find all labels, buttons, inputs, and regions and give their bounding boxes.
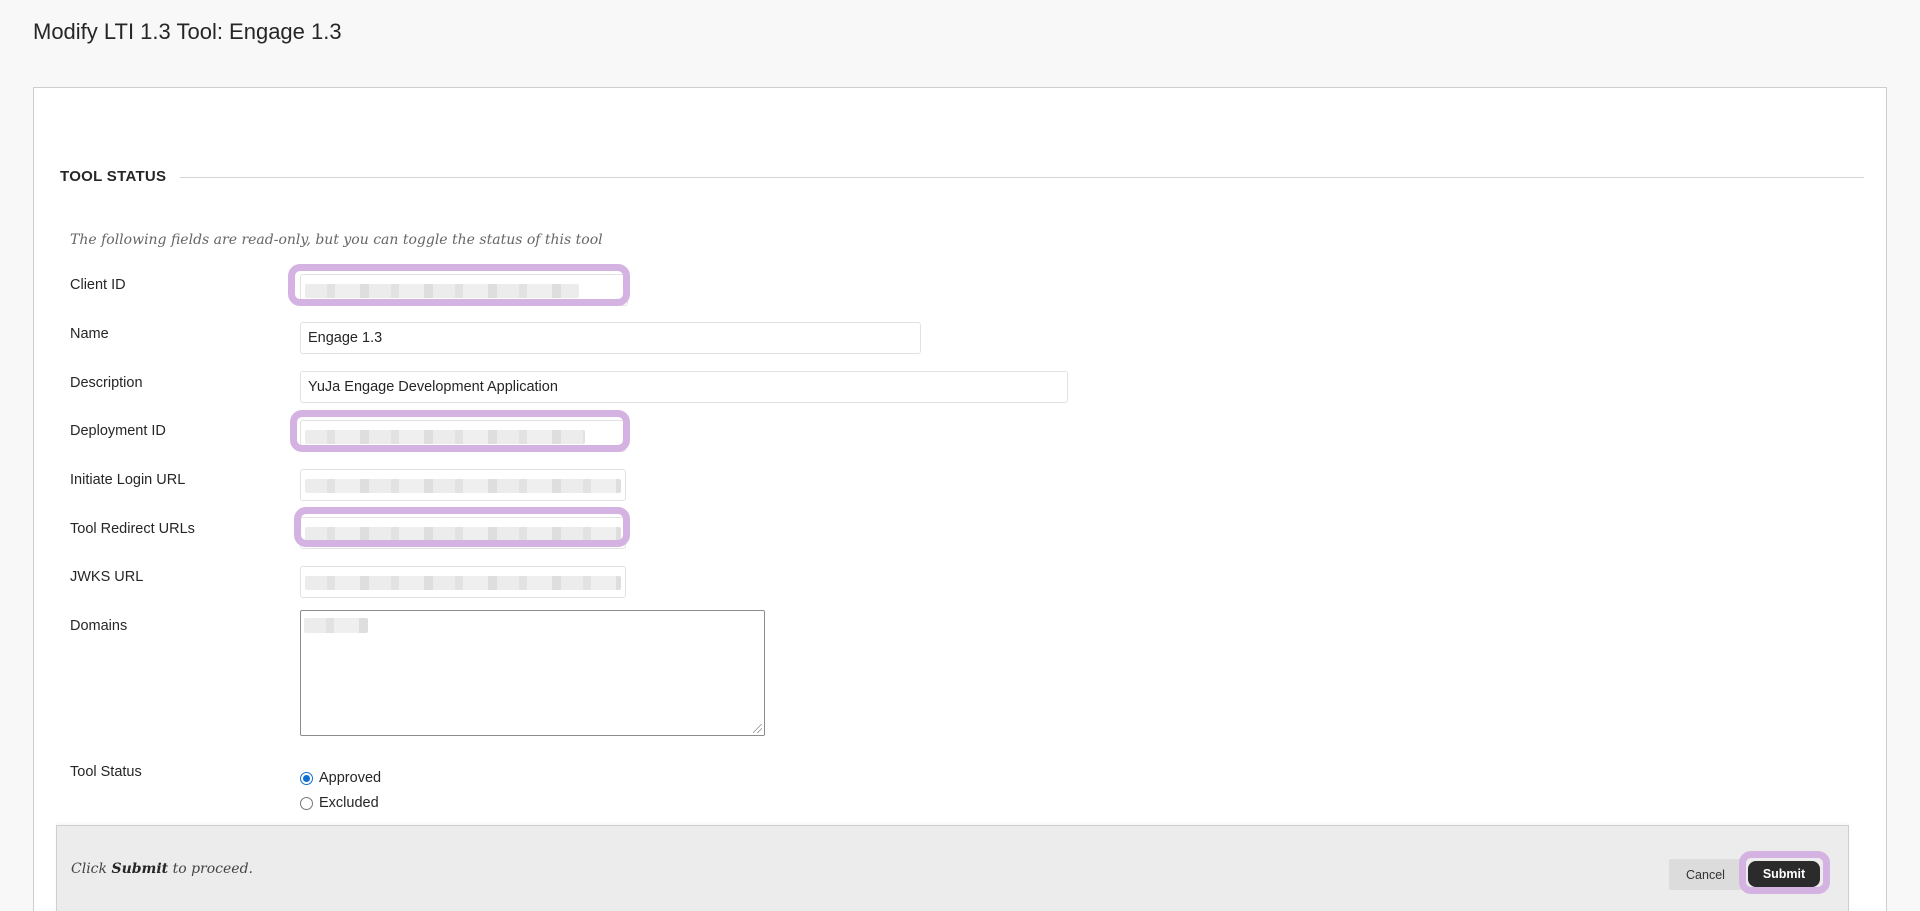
tool-redirect-urls-label: Tool Redirect URLs [70, 521, 195, 537]
description-field: YuJa Engage Development Application [300, 371, 1068, 403]
client-id-field [300, 274, 628, 306]
submit-hint-bold: Submit [111, 861, 169, 877]
domains-textarea[interactable] [300, 610, 765, 736]
redacted-value [305, 527, 621, 541]
section-instructions: The following fields are read-only, but … [70, 232, 603, 248]
deployment-id-field [300, 420, 626, 452]
redacted-value [305, 284, 579, 298]
submit-hint: Click Submit to proceed. [71, 861, 253, 877]
initiate-login-url-field [300, 469, 626, 501]
approved-radio[interactable] [300, 771, 313, 785]
name-label: Name [70, 326, 109, 342]
submit-bar: Click Submit to proceed. Cancel Submit [56, 825, 1849, 911]
approved-label[interactable]: Approved [319, 770, 381, 786]
tool-status-label: Tool Status [70, 764, 142, 780]
excluded-label[interactable]: Excluded [319, 795, 379, 811]
client-id-label: Client ID [70, 277, 126, 293]
cancel-button[interactable]: Cancel [1669, 859, 1742, 890]
deployment-id-label: Deployment ID [70, 423, 166, 439]
name-field: Engage 1.3 [300, 322, 921, 354]
page-title: Modify LTI 1.3 Tool: Engage 1.3 [33, 19, 342, 44]
section-title: TOOL STATUS [60, 168, 181, 185]
description-label: Description [70, 375, 143, 391]
approved-option[interactable]: Approved [300, 770, 381, 786]
initiate-login-url-label: Initiate Login URL [70, 472, 186, 488]
submit-hint-suffix: to proceed. [172, 861, 254, 877]
submit-button[interactable]: Submit [1748, 861, 1820, 887]
submit-hint-prefix: Click [71, 861, 107, 877]
domains-label: Domains [70, 618, 128, 634]
jwks-url-field [300, 566, 626, 598]
jwks-url-label: JWKS URL [70, 569, 144, 585]
section-divider [60, 177, 1864, 178]
redacted-value [304, 618, 368, 633]
redacted-value [305, 576, 621, 590]
excluded-option[interactable]: Excluded [300, 795, 379, 811]
section-header: TOOL STATUS [60, 168, 1864, 188]
redacted-value [305, 479, 621, 493]
excluded-radio[interactable] [300, 796, 313, 810]
redacted-value [305, 430, 585, 444]
resize-handle[interactable] [753, 724, 762, 733]
tool-status-panel: TOOL STATUS The following fields are rea… [33, 87, 1887, 911]
tool-redirect-urls-field [300, 517, 626, 549]
